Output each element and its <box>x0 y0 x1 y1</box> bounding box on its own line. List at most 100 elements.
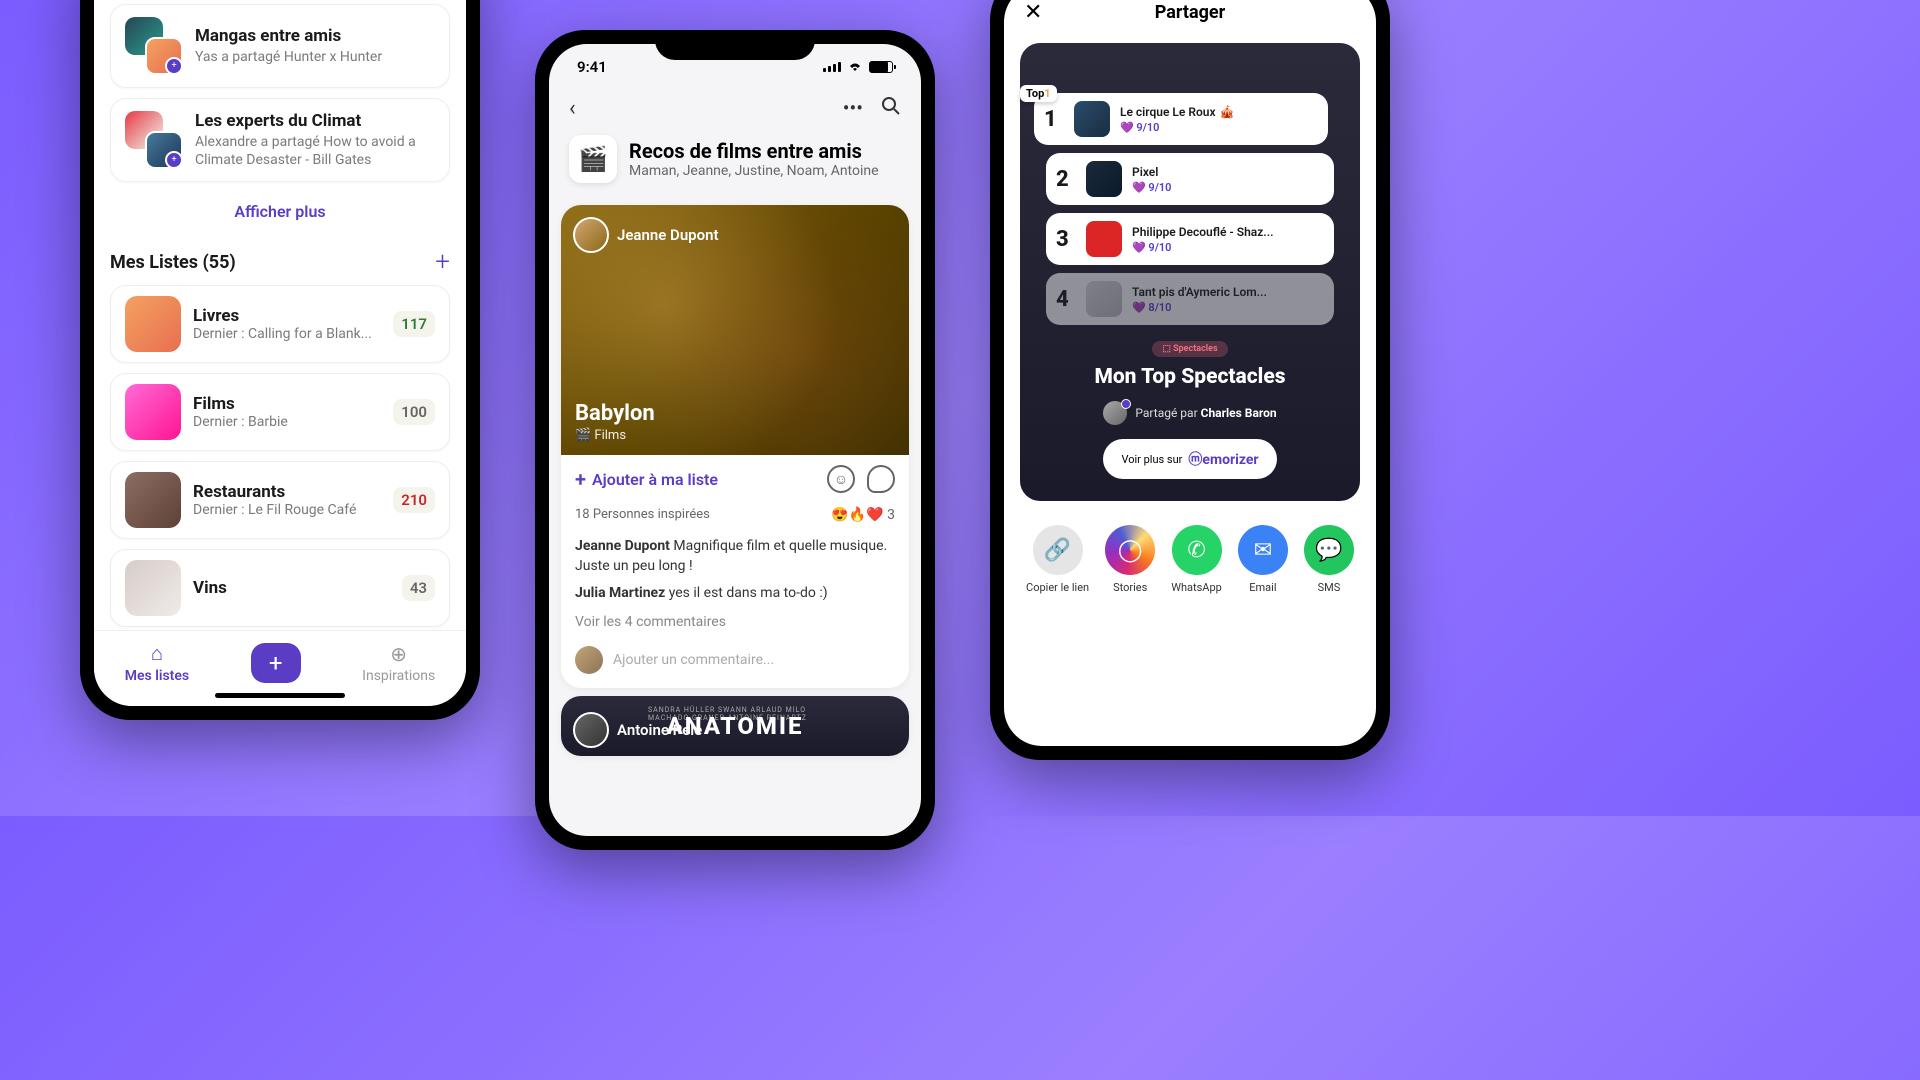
memorizer-logo: ⓜemorizer <box>1188 449 1258 469</box>
shared-by: Partagé par Charles Baron <box>1046 401 1334 425</box>
group-title: Mangas entre amis <box>195 26 435 46</box>
list-title: Restaurants <box>193 482 381 502</box>
group-item-mangas[interactable]: + Mangas entre amis Yas a partagé Hunter… <box>110 4 450 88</box>
rank-rating: 💜 9/10 <box>1132 241 1324 254</box>
comment-input[interactable]: Ajouter un commentaire... <box>613 652 895 668</box>
share-stories-button[interactable]: ◯Stories <box>1105 525 1155 594</box>
list-title: Vins <box>193 578 390 598</box>
react-button[interactable]: ☺ <box>827 465 855 493</box>
share-whatsapp-label: WhatsApp <box>1171 581 1222 594</box>
share-email-button[interactable]: ✉ Email <box>1238 525 1288 594</box>
share-sms-label: SMS <box>1318 581 1341 594</box>
list-count: 210 <box>393 487 435 513</box>
list-item-films[interactable]: Films Dernier : Barbie 100 <box>110 373 450 451</box>
rank-number: 1 <box>1044 107 1064 132</box>
feed-post-babylon[interactable]: Jeanne Dupont Babylon 🎬 Films + Ajouter … <box>561 205 909 688</box>
wifi-icon <box>847 61 863 73</box>
rank-title: Tant pis d'Aymeric Lom... <box>1132 285 1324 299</box>
back-button[interactable]: ‹ <box>569 96 576 121</box>
feed-post-anatomie[interactable]: SANDRA HÜLLER SWANN ARLAUD MILO MACHADO … <box>561 696 909 756</box>
my-avatar <box>575 646 603 674</box>
search-button[interactable] <box>881 96 901 121</box>
list-count: 117 <box>393 311 435 337</box>
memorizer-prefix: Voir plus sur <box>1121 453 1182 466</box>
rank-number: 4 <box>1056 287 1076 312</box>
author-name: Jeanne Dupont <box>617 226 719 244</box>
list-title: Livres <box>193 306 381 326</box>
author-avatar <box>573 217 609 253</box>
share-link-button[interactable]: 🔗Copier le lien <box>1026 525 1089 594</box>
comment-1: Jeanne Dupont Magnifique film et quelle … <box>561 533 909 580</box>
feed-title-row: 🎬 Recos de films entre amis Maman, Jeann… <box>549 131 921 197</box>
share-card-title: Mon Top Spectacles <box>1046 365 1334 389</box>
comment-button[interactable]: ⠀ <box>867 465 895 493</box>
share-title: Partager <box>1024 2 1356 23</box>
list-subtitle: Dernier : Barbie <box>193 414 381 430</box>
nav-lists-tab[interactable]: ⌂ Mes listes <box>125 641 189 684</box>
lists-header: Mes Listes (55) + <box>110 235 450 285</box>
share-options: 🔗Copier le lien ◯Stories ✆ WhatsApp ✉ Email 💬 S… <box>1004 509 1376 610</box>
add-comment-row: Ajouter un commentaire... <box>561 636 909 688</box>
group-subtitle: Yas a partagé Hunter x Hunter <box>195 48 435 66</box>
rank-rating: 💜 9/10 <box>1132 181 1324 194</box>
list-count: 43 <box>402 575 435 601</box>
phone-left: Groupes (6) + + Mangas entre amis Yas a … <box>80 0 480 720</box>
nav-add-button[interactable]: + <box>251 643 301 683</box>
plus-icon: + <box>575 467 586 491</box>
feed-members: Maman, Jeanne, Justine, Noam, Antoine <box>629 163 879 179</box>
phone-right: ✕ Partager Top11Le cirque Le Roux🎪💜 9/10… <box>990 0 1390 760</box>
rank-item-4[interactable]: 4Tant pis d'Aymeric Lom...💜 8/10 <box>1046 273 1334 325</box>
list-item-livres[interactable]: Livres Dernier : Calling for a Blank... … <box>110 285 450 363</box>
add-to-list-label: Ajouter à ma liste <box>592 470 718 489</box>
clapper-icon: 🎬 <box>569 135 617 183</box>
nav-inspirations-label: Inspirations <box>362 668 435 684</box>
email-icon: ✉ <box>1238 525 1288 575</box>
share-sms-button[interactable]: 💬 SMS <box>1304 525 1354 594</box>
rank-thumb <box>1086 281 1122 317</box>
memorizer-link[interactable]: Voir plus sur ⓜemorizer <box>1103 439 1276 479</box>
rank-title: Philippe Decouflé - Shaz... <box>1132 225 1324 239</box>
phone-center: 9:41 ‹ ••• 🎬 Recos de films <box>535 30 935 850</box>
more-button[interactable]: ••• <box>843 96 863 121</box>
search-icon <box>881 96 901 116</box>
share-stories-label: Stories <box>1113 581 1147 594</box>
rank-item-1[interactable]: Top11Le cirque Le Roux🎪💜 9/10 <box>1034 93 1328 145</box>
group-item-climat[interactable]: + Les experts du Climat Alexandre a part… <box>110 98 450 182</box>
compass-icon: ⊕ <box>390 642 407 666</box>
rank-thumb <box>1086 221 1122 257</box>
rank-rating: 💜 9/10 <box>1120 121 1318 134</box>
movie-title: Babylon <box>575 401 655 426</box>
group-avatar-stack: + <box>125 111 183 169</box>
rank-item-3[interactable]: 3 Philippe Decouflé - Shaz... 💜 9/10 <box>1046 213 1334 265</box>
rank-item-2[interactable]: 2 Pixel 💜 9/10 <box>1046 153 1334 205</box>
battery-icon <box>869 61 893 73</box>
bottom-nav: ⌂ Mes listes + ⊕ Inspirations <box>94 630 466 706</box>
sms-icon: 💬 <box>1304 525 1354 575</box>
movie-title-2: ANATOMIE <box>666 712 803 740</box>
add-list-button[interactable]: + <box>435 249 450 275</box>
list-item-restaurants[interactable]: Restaurants Dernier : Le Fil Rouge Café … <box>110 461 450 539</box>
nav-lists-label: Mes listes <box>125 668 189 684</box>
whatsapp-icon: ✆ <box>1172 525 1222 575</box>
view-all-comments-button[interactable]: Voir les 4 commentaires <box>561 608 909 636</box>
add-to-list-button[interactable]: + Ajouter à ma liste <box>575 467 718 491</box>
feed-image-2: SANDRA HÜLLER SWANN ARLAUD MILO MACHADO … <box>561 696 909 756</box>
nav-inspirations-tab[interactable]: ⊕ Inspirations <box>362 642 435 684</box>
group-subtitle: Alexandre a partagé How to avoid a Clima… <box>195 133 435 169</box>
rank-number: 2 <box>1056 167 1076 192</box>
rank-number: 3 <box>1056 227 1076 252</box>
share-whatsapp-button[interactable]: ✆ WhatsApp <box>1171 525 1222 594</box>
feed-image: Jeanne Dupont Babylon 🎬 Films <box>561 205 909 455</box>
share-preview-card: Top11Le cirque Le Roux🎪💜 9/10 2 Pixel 💜 9/1… <box>1020 43 1360 501</box>
list-thumb <box>125 296 181 352</box>
close-button[interactable]: ✕ <box>1024 0 1042 25</box>
share-header: ✕ Partager <box>1004 0 1376 35</box>
show-more-groups-button[interactable]: Afficher plus <box>110 192 450 235</box>
inspired-count: 18 Personnes inspirées <box>575 507 710 523</box>
share-email-label: Email <box>1249 581 1276 594</box>
list-thumb <box>125 560 181 616</box>
list-item-vins[interactable]: Vins 43 <box>110 549 450 627</box>
group-title: Les experts du Climat <box>195 111 435 131</box>
author-avatar-2 <box>573 712 609 748</box>
rank-title: Pixel <box>1132 165 1324 179</box>
